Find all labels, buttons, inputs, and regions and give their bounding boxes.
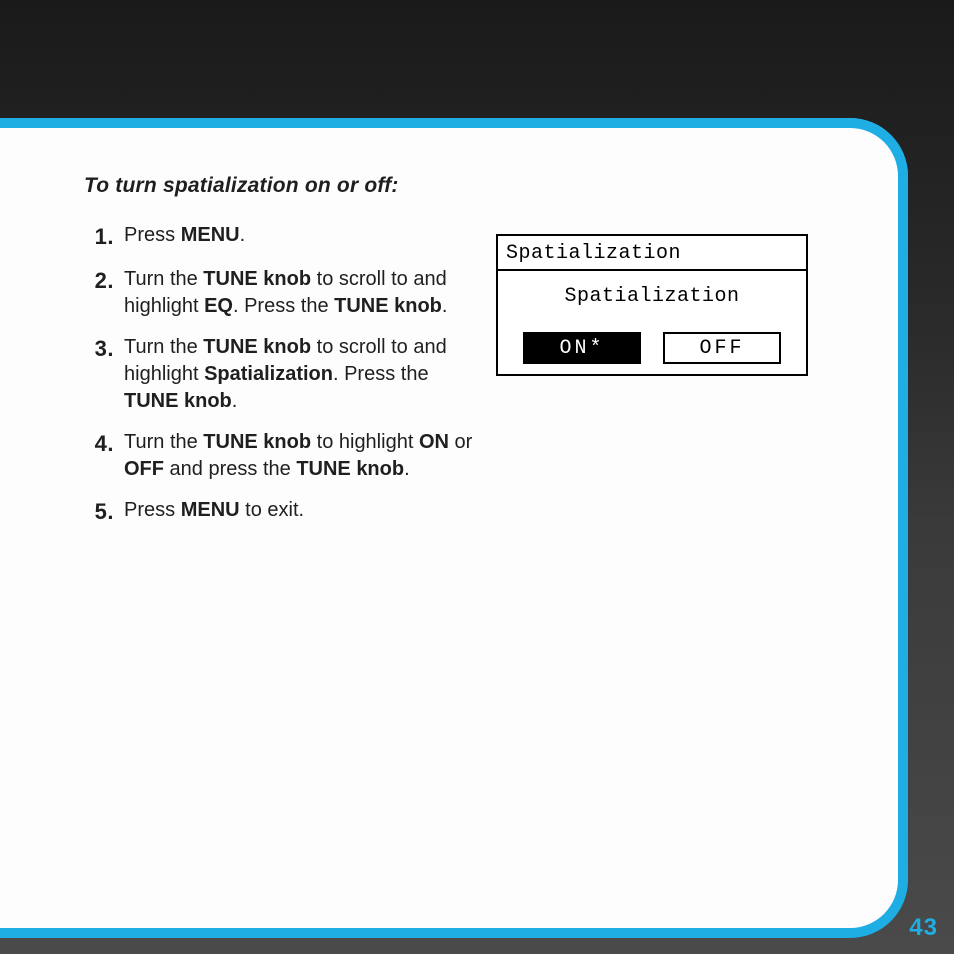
bold-term: TUNE knob: [296, 458, 404, 480]
bold-term: TUNE knob: [334, 295, 442, 317]
instruction-step: 2. Turn the TUNE knob to scroll to and hi…: [84, 266, 476, 320]
instruction-step: 3. Turn the TUNE knob to scroll to and hi…: [84, 334, 476, 415]
step-body: Turn the TUNE knob to scroll to and high…: [124, 266, 476, 320]
step-body: Press MENU.: [124, 222, 476, 249]
step-number: 5.: [84, 497, 114, 527]
lcd-screen: Spatialization Spatialization ON* OFF: [496, 234, 808, 376]
bold-term: TUNE knob: [203, 431, 311, 453]
lcd-options-row: ON* OFF: [498, 332, 806, 374]
bold-term: Spatialization: [204, 363, 333, 385]
step-body: Turn the TUNE knob to scroll to and high…: [124, 334, 476, 415]
lcd-subtitle: Spatialization: [498, 271, 806, 332]
page-number: 43: [909, 914, 938, 942]
bold-term: EQ: [204, 295, 233, 317]
step-number: 4.: [84, 429, 114, 459]
instruction-step: 4. Turn the TUNE knob to highlight ON or …: [84, 429, 476, 483]
lcd-column: Spatialization Spatialization ON* OFF: [496, 222, 808, 540]
bold-term: TUNE knob: [124, 390, 232, 412]
lcd-option-on: ON*: [523, 332, 641, 364]
bold-term: OFF: [124, 458, 164, 480]
lcd-title: Spatialization: [498, 236, 806, 271]
instruction-column: 1. Press MENU. 2. Turn the TUNE knob to scr…: [84, 222, 476, 540]
step-number: 1.: [84, 222, 114, 252]
bold-term: MENU: [181, 224, 240, 246]
bold-term: TUNE knob: [203, 336, 311, 358]
bold-term: MENU: [181, 499, 240, 521]
section-heading: To turn spatialization on or off:: [84, 174, 844, 198]
bold-term: TUNE knob: [203, 268, 311, 290]
page-card: To turn spatialization on or off: 1. Pres…: [0, 128, 898, 928]
instruction-step: 5. Press MENU to exit.: [84, 497, 476, 527]
instruction-step: 1. Press MENU.: [84, 222, 476, 252]
step-number: 2.: [84, 266, 114, 296]
step-number: 3.: [84, 334, 114, 364]
instruction-list: 1. Press MENU. 2. Turn the TUNE knob to scr…: [84, 222, 476, 526]
lcd-option-off: OFF: [663, 332, 781, 364]
step-body: Turn the TUNE knob to highlight ON or OF…: [124, 429, 476, 483]
bold-term: ON: [419, 431, 449, 453]
step-body: Press MENU to exit.: [124, 497, 476, 524]
page-content: To turn spatialization on or off: 1. Pres…: [84, 174, 844, 540]
